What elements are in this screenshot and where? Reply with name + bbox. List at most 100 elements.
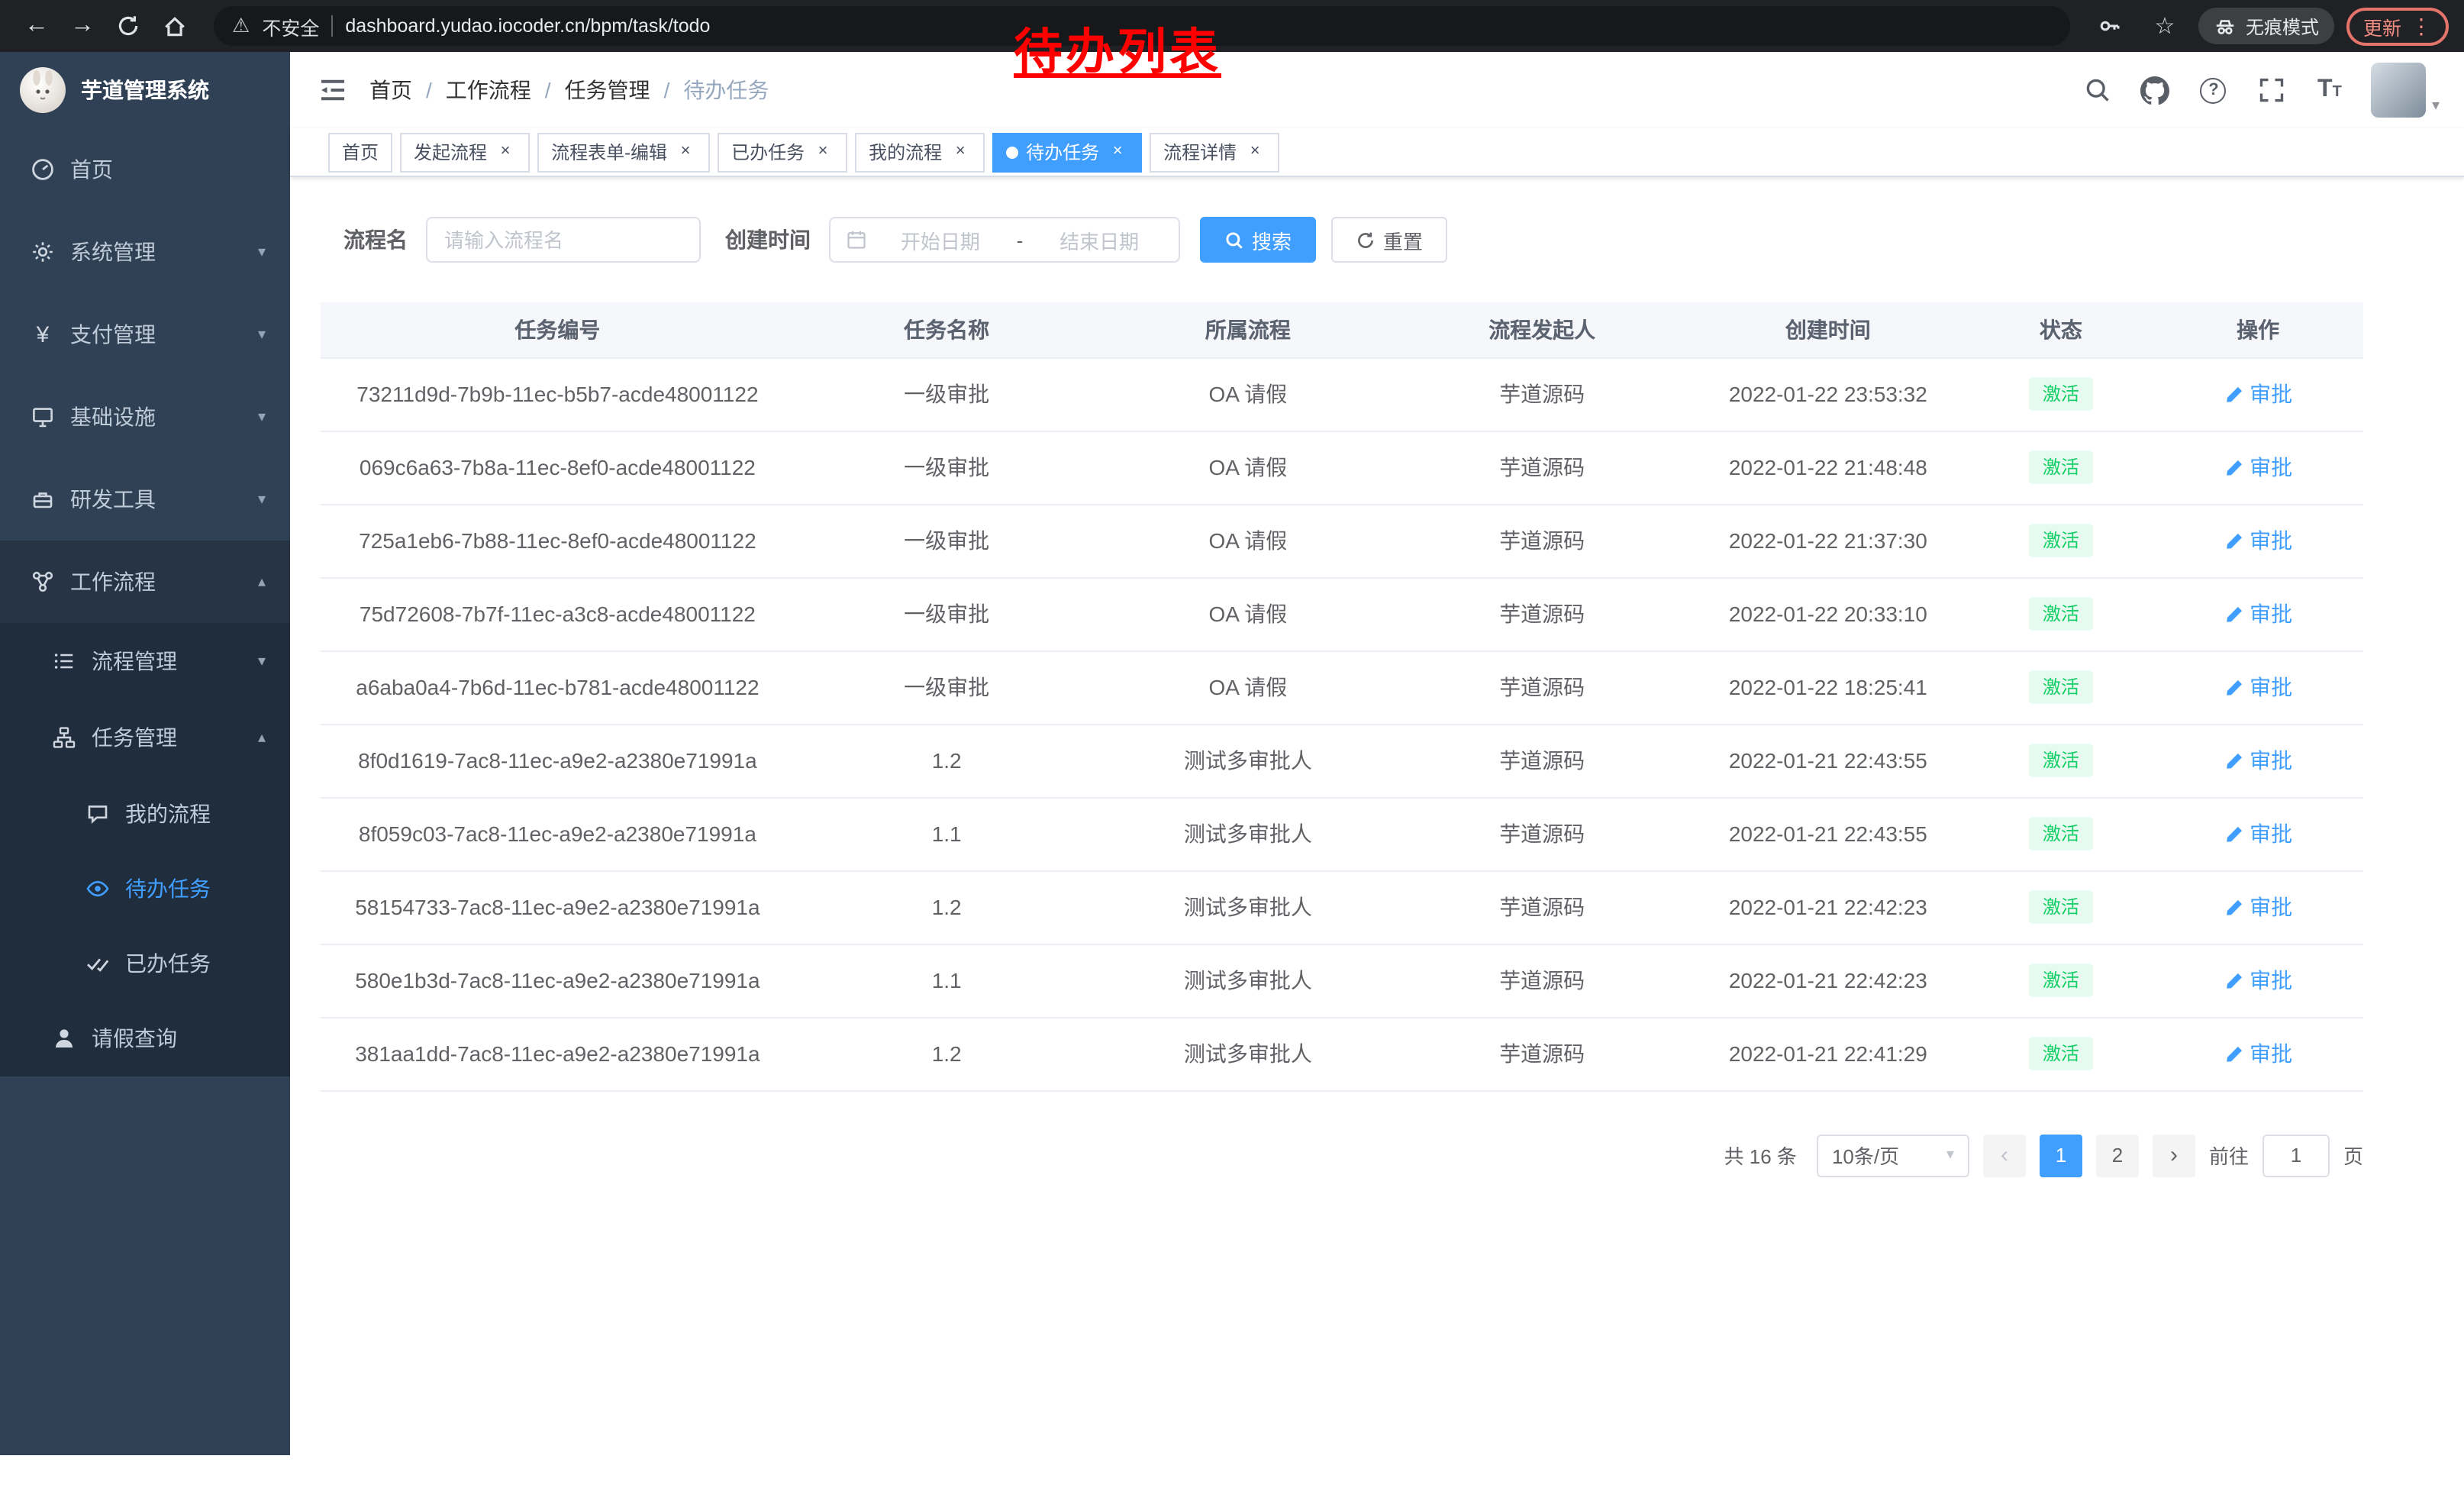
close-icon[interactable]: ×	[495, 141, 516, 163]
tab-label: 发起流程	[414, 139, 487, 165]
cell-create-time: 2022-01-22 21:37:30	[1687, 504, 1969, 577]
close-icon[interactable]: ×	[1107, 141, 1128, 163]
tab-start-process[interactable]: 发起流程 ×	[400, 132, 530, 172]
search-button[interactable]: 搜索	[1200, 217, 1316, 263]
cell-task-id: 8f0d1619-7ac8-11ec-a9e2-a2380e71991a	[321, 724, 795, 797]
chevron-down-icon: ▾	[258, 653, 266, 670]
password-key-button[interactable]	[2088, 5, 2131, 47]
goto-page-input[interactable]	[2262, 1134, 2330, 1177]
pencil-icon	[2224, 457, 2243, 477]
reset-button[interactable]: 重置	[1331, 217, 1447, 263]
header-search-button[interactable]	[2081, 73, 2114, 107]
help-button[interactable]: ?	[2197, 73, 2230, 107]
forward-button[interactable]: →	[61, 5, 104, 47]
font-size-button[interactable]: TT	[2313, 73, 2346, 107]
tab-process-detail[interactable]: 流程详情×	[1150, 132, 1279, 172]
cell-status: 激活	[1969, 504, 2153, 577]
cell-task-name: 一级审批	[795, 650, 1099, 724]
approve-link[interactable]: 审批	[2224, 672, 2292, 702]
back-button[interactable]: ←	[15, 5, 58, 47]
page-button-2[interactable]: 2	[2096, 1134, 2139, 1177]
end-date-placeholder[interactable]: 结束日期	[1035, 225, 1163, 254]
approve-link[interactable]: 审批	[2224, 379, 2292, 409]
breadcrumb-home[interactable]: 首页	[369, 75, 412, 105]
sidebar-item-payment[interactable]: ¥ 支付管理 ▾	[0, 293, 290, 376]
prev-page-button[interactable]: ‹	[1983, 1134, 2026, 1177]
close-icon[interactable]: ×	[1244, 141, 1266, 163]
home-button[interactable]	[153, 5, 195, 47]
tab-form-edit[interactable]: 流程表单-编辑×	[537, 132, 710, 172]
approve-link[interactable]: 审批	[2224, 1038, 2292, 1069]
page-button-1[interactable]: 1	[2040, 1134, 2082, 1177]
user-menu[interactable]: ▾	[2371, 63, 2440, 118]
sidebar-item-home[interactable]: 首页	[0, 128, 290, 211]
reset-button-label: 重置	[1383, 225, 1423, 254]
update-chip[interactable]: 更新 ⋮	[2346, 7, 2449, 45]
chevron-up-icon: ▴	[258, 729, 266, 746]
cell-status: 激活	[1969, 357, 2153, 431]
start-date-placeholder[interactable]: 开始日期	[876, 225, 1005, 254]
status-badge: 激活	[2029, 377, 2093, 411]
cell-process: OA 请假	[1099, 357, 1398, 431]
cell-action: 审批	[2153, 577, 2363, 650]
bookmark-star-button[interactable]: ☆	[2143, 5, 2186, 47]
reload-button[interactable]	[107, 5, 150, 47]
approve-link[interactable]: 审批	[2224, 745, 2292, 776]
approve-link[interactable]: 审批	[2224, 525, 2292, 556]
next-page-button[interactable]: ›	[2153, 1134, 2195, 1177]
tab-todo-tasks[interactable]: 待办任务×	[992, 132, 1142, 172]
list-icon	[52, 649, 76, 673]
approve-link[interactable]: 审批	[2224, 892, 2292, 922]
close-icon[interactable]: ×	[812, 141, 834, 163]
sidebar-item-task-management[interactable]: 任务管理 ▴	[0, 699, 290, 776]
cell-action: 审批	[2153, 431, 2363, 504]
breadcrumb-workflow[interactable]: 工作流程	[446, 75, 531, 105]
sidebar-item-todo-tasks[interactable]: 待办任务	[0, 851, 290, 925]
sidebar-item-system[interactable]: 系统管理 ▾	[0, 211, 290, 293]
workflow-icon	[31, 570, 55, 594]
sidebar-item-my-process[interactable]: 我的流程	[0, 776, 290, 851]
date-range-picker[interactable]: 开始日期 - 结束日期	[829, 217, 1180, 263]
sidebar-item-label: 已办任务	[125, 947, 211, 978]
approve-link[interactable]: 审批	[2224, 818, 2292, 849]
sidebar-item-process-management[interactable]: 流程管理 ▾	[0, 623, 290, 699]
menu-dots-icon: ⋮	[2411, 15, 2432, 37]
tab-my-process[interactable]: 我的流程×	[855, 132, 985, 172]
github-link-button[interactable]	[2139, 73, 2172, 107]
pagination: 共 16 条 10条/页 ▾ ‹ 1 2 › 前往 页	[321, 1134, 2363, 1177]
home-icon	[161, 13, 187, 39]
topbar: 首页 / 工作流程 / 任务管理 / 待办任务 ?	[290, 52, 2464, 128]
approve-link[interactable]: 审批	[2224, 452, 2292, 483]
sidebar-item-done-tasks[interactable]: 已办任务	[0, 925, 290, 1000]
cell-process: 测试多审批人	[1099, 724, 1398, 797]
fullscreen-button[interactable]	[2255, 73, 2288, 107]
breadcrumb-separator: /	[545, 78, 551, 102]
cell-status: 激活	[1969, 944, 2153, 1017]
tab-home[interactable]: 首页	[328, 132, 392, 172]
cell-status: 激活	[1969, 870, 2153, 944]
sidebar-item-devtools[interactable]: 研发工具 ▾	[0, 458, 290, 541]
sidebar-toggle-button[interactable]	[305, 63, 360, 118]
page-size-select[interactable]: 10条/页 ▾	[1817, 1134, 1969, 1177]
search-icon	[2084, 76, 2111, 104]
approve-link[interactable]: 审批	[2224, 965, 2292, 996]
cell-status: 激活	[1969, 724, 2153, 797]
status-badge: 激活	[2029, 597, 2093, 631]
sidebar-item-workflow[interactable]: 工作流程 ▴	[0, 541, 290, 623]
avatar	[2371, 63, 2426, 118]
pencil-icon	[2224, 604, 2243, 624]
cell-starter: 芋道源码	[1397, 650, 1687, 724]
table-header-cell: 状态	[1969, 302, 2153, 357]
cell-action: 审批	[2153, 504, 2363, 577]
table-row: 58154733-7ac8-11ec-a9e2-a2380e71991a 1.2…	[321, 870, 2363, 944]
sidebar-item-leave-query[interactable]: 请假查询	[0, 1000, 290, 1077]
process-name-input[interactable]	[426, 217, 701, 263]
tab-done-tasks[interactable]: 已办任务×	[718, 132, 847, 172]
close-icon[interactable]: ×	[950, 141, 971, 163]
sidebar-item-infrastructure[interactable]: 基础设施 ▾	[0, 376, 290, 458]
breadcrumb-task-management[interactable]: 任务管理	[565, 75, 650, 105]
app-logo[interactable]: 芋道管理系统	[0, 52, 290, 128]
approve-link[interactable]: 审批	[2224, 599, 2292, 629]
cell-create-time: 2022-01-21 22:42:23	[1687, 870, 1969, 944]
close-icon[interactable]: ×	[675, 141, 696, 163]
